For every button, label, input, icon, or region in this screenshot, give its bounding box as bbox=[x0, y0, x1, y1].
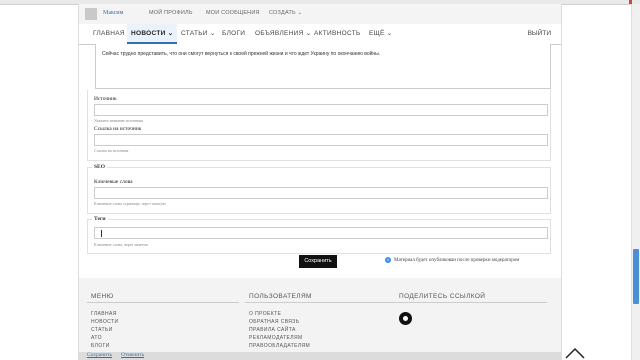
keywords-hint: Ключевые слова страницы, через запятую bbox=[94, 201, 166, 206]
source-hint: Укажите название источника bbox=[94, 118, 144, 123]
nav-item-ads[interactable]: ОБЪЯВЛЕНИЯ ⌄ bbox=[255, 24, 312, 44]
footer-users-title: ПОЛЬЗОВАТЕЛЯМ bbox=[249, 293, 312, 300]
footer-divider bbox=[245, 302, 397, 303]
nav-item-news[interactable]: НОВОСТИ ⌄ bbox=[127, 24, 178, 44]
seo-legend: SEO bbox=[92, 164, 108, 170]
source-input[interactable] bbox=[94, 104, 548, 116]
footer-divider bbox=[395, 302, 547, 303]
main-nav: ГЛАВНАЯ НОВОСТИ ⌄ СТАТЬИ ⌄ БЛОГИ ОБЪЯВЛЕ… bbox=[79, 24, 561, 45]
tags-section: Теги Ключевые слова, через запятую bbox=[87, 216, 551, 254]
footer-link-advertisers[interactable]: РЕКЛАМОДАТЕЛЯМ bbox=[249, 335, 303, 341]
sticky-action-bar: Сохранить Отменить bbox=[79, 352, 561, 360]
text-caret bbox=[101, 230, 102, 237]
seo-section: SEO Ключевые слова Ключевые слова страни… bbox=[87, 164, 551, 214]
my-messages-link[interactable]: МОИ СООБЩЕНИЯ bbox=[206, 10, 260, 16]
moderation-note-text: Материал будет опубликован после проверк… bbox=[394, 258, 520, 264]
nav-item-blogs[interactable]: БЛОГИ bbox=[222, 24, 245, 44]
nav-item-home[interactable]: ГЛАВНАЯ bbox=[93, 24, 125, 44]
footer-link-blogs[interactable]: БЛОГИ bbox=[91, 343, 110, 349]
footer-link-home[interactable]: ГЛАВНАЯ bbox=[91, 311, 117, 317]
logout-link[interactable]: ВЫЙТИ bbox=[528, 24, 551, 44]
bottom-save-link[interactable]: Сохранить bbox=[87, 352, 112, 358]
info-icon: i bbox=[385, 257, 391, 263]
footer-divider bbox=[87, 302, 239, 303]
site-footer: МЕНЮ ГЛАВНАЯ НОВОСТИ СТАТЬИ АТО БЛОГИ ПО… bbox=[79, 278, 561, 360]
content-editor[interactable]: Сейчас трудно представить, что они смогу… bbox=[95, 44, 551, 89]
tags-input[interactable] bbox=[94, 227, 548, 239]
share-icon[interactable] bbox=[399, 312, 412, 325]
page-container: Максим МОЙ ПРОФИЛЬ МОИ СООБЩЕНИЯ СОЗДАТЬ… bbox=[78, 4, 585, 360]
footer-menu-title: МЕНЮ bbox=[91, 293, 114, 300]
nav-item-activity[interactable]: АКТИВНОСТЬ bbox=[314, 24, 361, 44]
footer-link-rightholders[interactable]: ПРАВООБЛАДАТЕЛЯМ bbox=[249, 343, 310, 349]
moderation-note: i Материал будет опубликован после провер… bbox=[385, 257, 519, 263]
nav-item-articles[interactable]: СТАТЬИ ⌄ bbox=[181, 24, 216, 44]
footer-link-news[interactable]: НОВОСТИ bbox=[91, 319, 118, 325]
tags-hint: Ключевые слова, через запятую bbox=[94, 242, 149, 247]
source-section: Источник Укажите название источника Ссыл… bbox=[87, 90, 551, 161]
editor-text: Сейчас трудно представить, что они смогу… bbox=[102, 51, 381, 57]
footer-link-feedback[interactable]: ОБРАТНАЯ СВЯЗЬ bbox=[249, 319, 299, 325]
tags-legend: Теги bbox=[92, 216, 108, 222]
bottom-cancel-link[interactable]: Отменить bbox=[121, 352, 144, 358]
create-menu[interactable]: СОЗДАТЬ ⌄ bbox=[269, 10, 302, 16]
source-link-label: Ссылка на источник bbox=[94, 126, 142, 132]
my-profile-link[interactable]: МОЙ ПРОФИЛЬ bbox=[149, 10, 193, 16]
footer-link-ato[interactable]: АТО bbox=[91, 335, 102, 341]
footer-link-about[interactable]: О ПРОЕКТЕ bbox=[249, 311, 281, 317]
scroll-to-top-icon[interactable] bbox=[565, 347, 585, 359]
user-bar: Максим МОЙ ПРОФИЛЬ МОИ СООБЩЕНИЯ СОЗДАТЬ… bbox=[79, 4, 561, 25]
source-label: Источник bbox=[94, 96, 117, 102]
keywords-input[interactable] bbox=[94, 187, 548, 199]
source-link-input[interactable] bbox=[94, 134, 548, 146]
scrollbar-thumb[interactable] bbox=[633, 249, 639, 304]
footer-link-articles[interactable]: СТАТЬИ bbox=[91, 327, 113, 333]
keywords-label: Ключевые слова bbox=[94, 179, 133, 185]
save-button[interactable]: Сохранить bbox=[299, 255, 337, 268]
page-scrollbar[interactable] bbox=[631, 4, 640, 360]
nav-item-more[interactable]: ЕЩЁ ⌄ bbox=[369, 24, 393, 44]
source-link-hint: Ссылка на источник bbox=[94, 148, 129, 153]
footer-link-rules[interactable]: ПРАВИЛА САЙТА bbox=[249, 327, 296, 333]
username-link[interactable]: Максим bbox=[103, 10, 123, 16]
avatar[interactable] bbox=[85, 8, 97, 20]
footer-share-title: ПОДЕЛИТЕСЬ ССЫЛКОЙ bbox=[399, 293, 486, 300]
